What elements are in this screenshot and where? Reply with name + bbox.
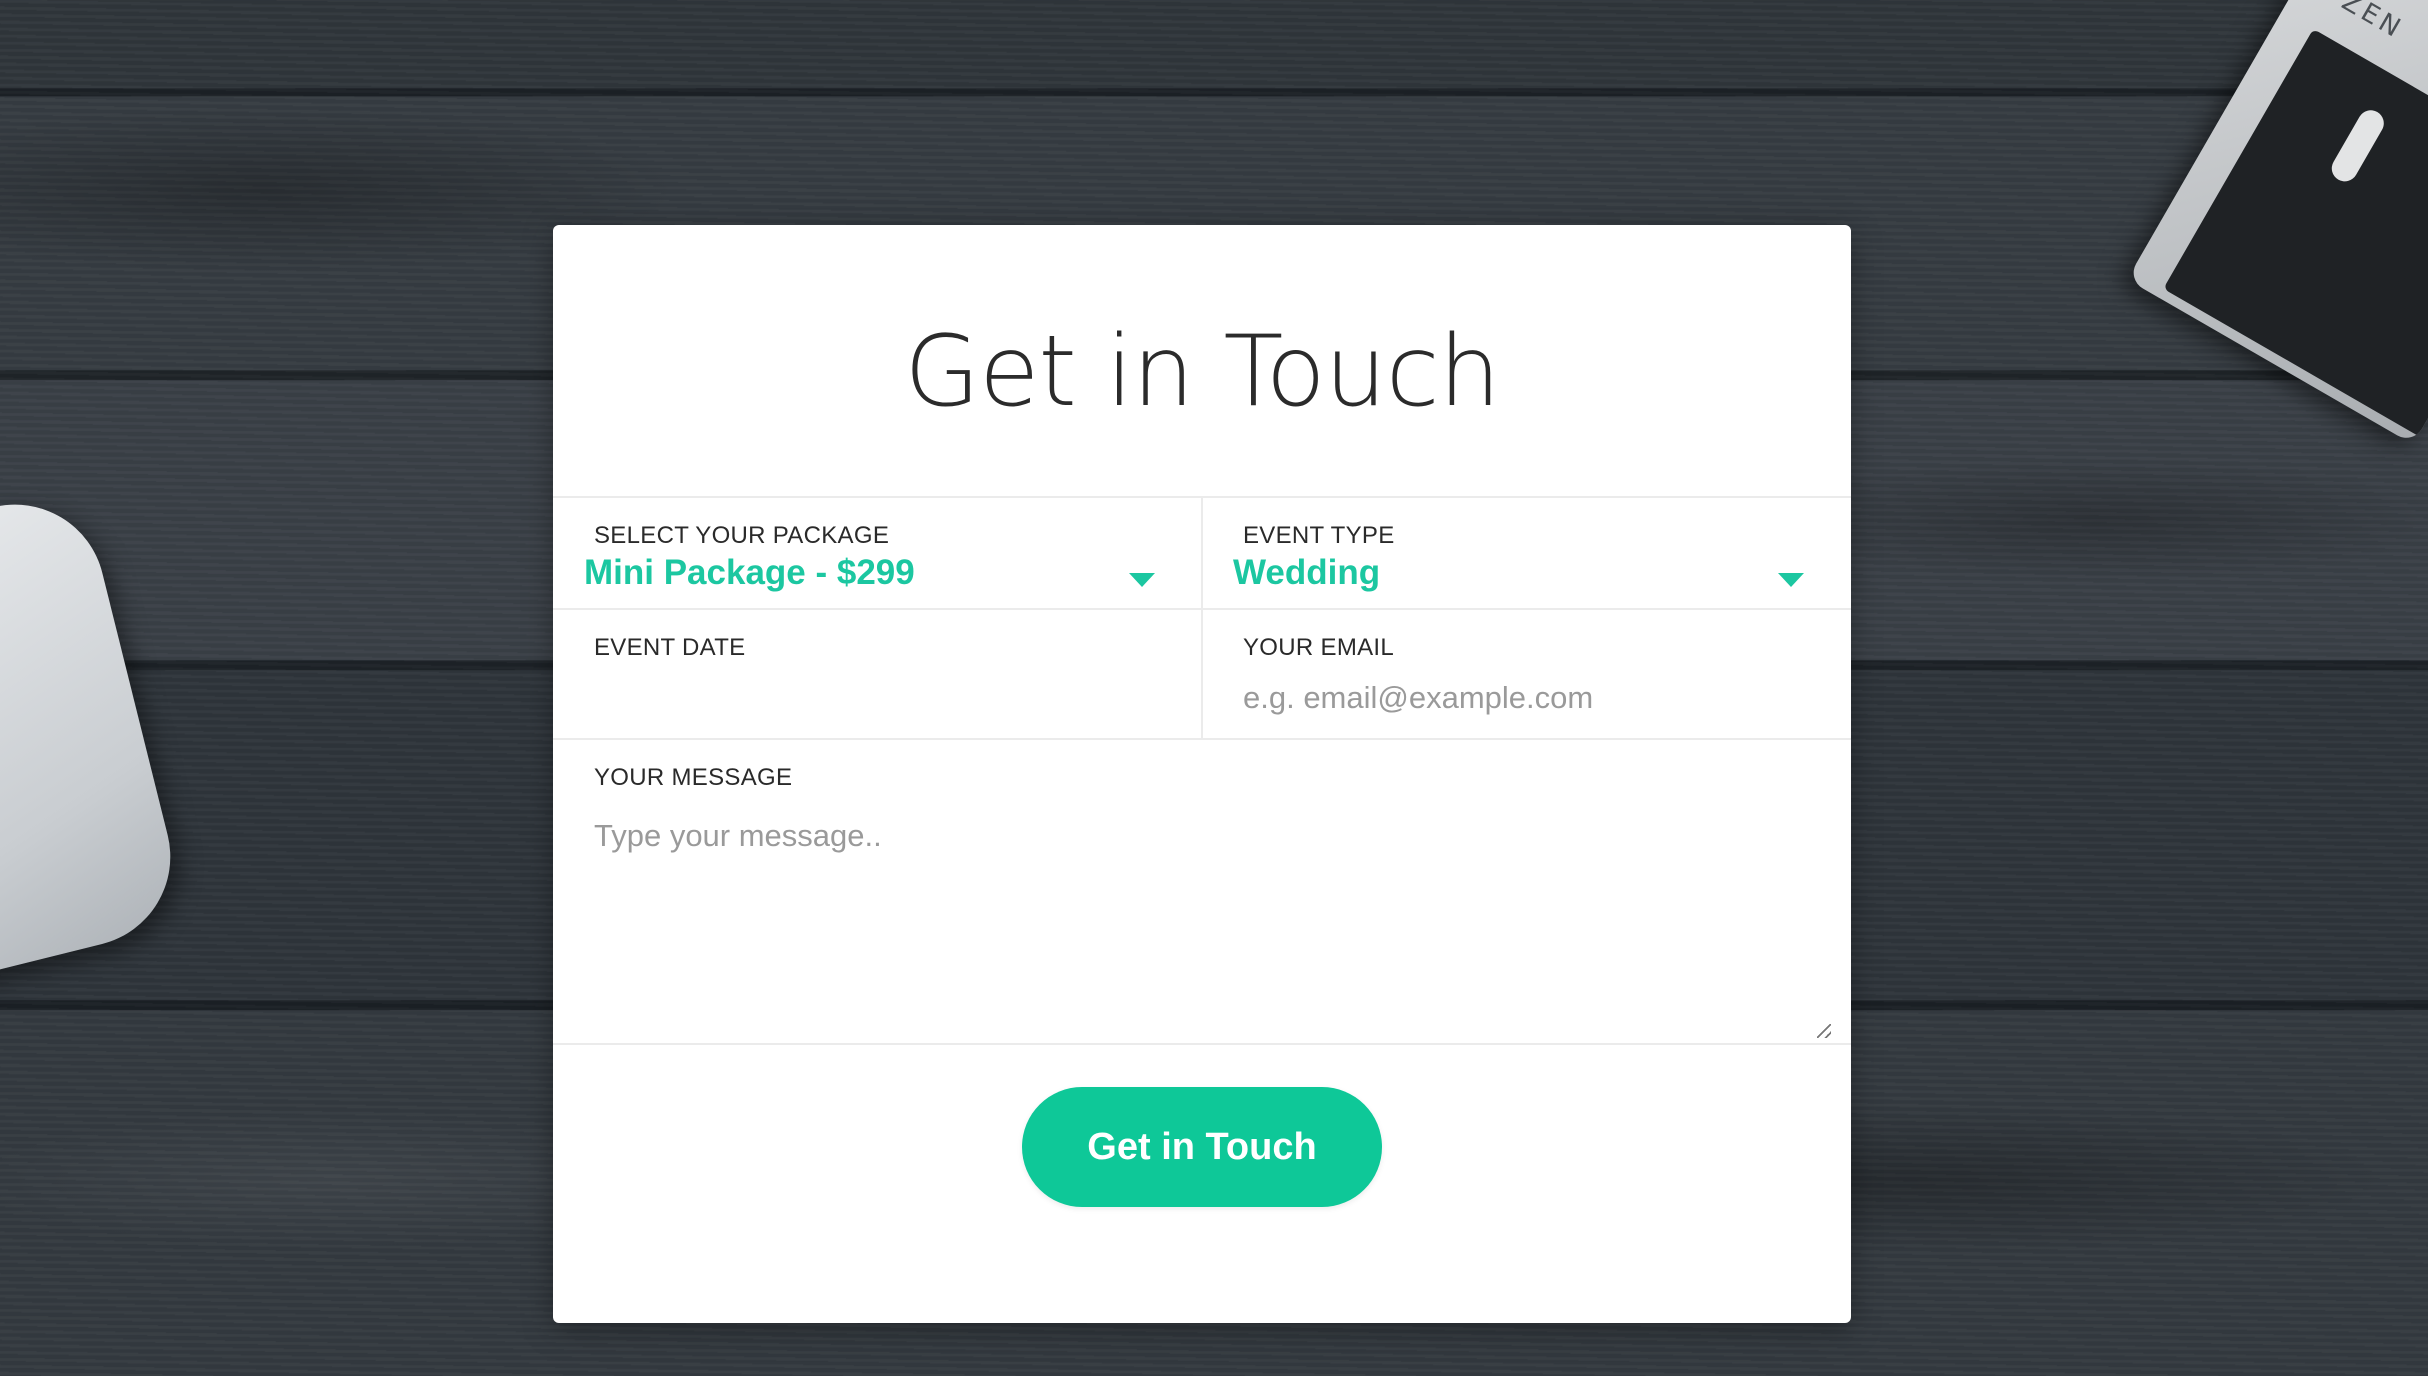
package-label: SELECT YOUR PACKAGE	[594, 522, 890, 549]
laptop-decoration	[0, 485, 190, 1005]
camera-brand-text: ZEN	[2336, 0, 2409, 46]
message-field: YOUR MESSAGE	[553, 740, 1851, 1043]
event-type-selected-value[interactable]: Wedding	[1233, 553, 1380, 593]
message-textarea[interactable]	[594, 818, 1794, 1018]
event-type-select[interactable]: EVENT TYPE Wedding	[1203, 498, 1851, 608]
caret-down-icon[interactable]	[1778, 573, 1804, 587]
contact-form-card: Get in Touch SELECT YOUR PACKAGE Mini Pa…	[553, 225, 1851, 1323]
get-in-touch-button[interactable]: Get in Touch	[1022, 1087, 1382, 1207]
caret-down-icon[interactable]	[1129, 573, 1155, 587]
camera-body	[2163, 28, 2428, 439]
divider	[553, 1043, 1851, 1045]
camera-decoration: ZEN	[2127, 0, 2428, 445]
event-date-label: EVENT DATE	[594, 634, 746, 661]
message-label: YOUR MESSAGE	[594, 764, 793, 791]
event-date-field: EVENT DATE	[553, 610, 1201, 738]
package-select[interactable]: SELECT YOUR PACKAGE Mini Package - $299	[553, 498, 1201, 608]
package-selected-value[interactable]: Mini Package - $299	[584, 553, 915, 593]
email-label: YOUR EMAIL	[1243, 634, 1395, 661]
email-input[interactable]	[1243, 676, 1813, 720]
event-date-input[interactable]	[594, 676, 1164, 720]
event-type-label: EVENT TYPE	[1243, 522, 1395, 549]
form-title: Get in Touch	[904, 315, 1501, 429]
email-field: YOUR EMAIL	[1203, 610, 1851, 738]
resize-grip-icon[interactable]	[1817, 1024, 1831, 1038]
